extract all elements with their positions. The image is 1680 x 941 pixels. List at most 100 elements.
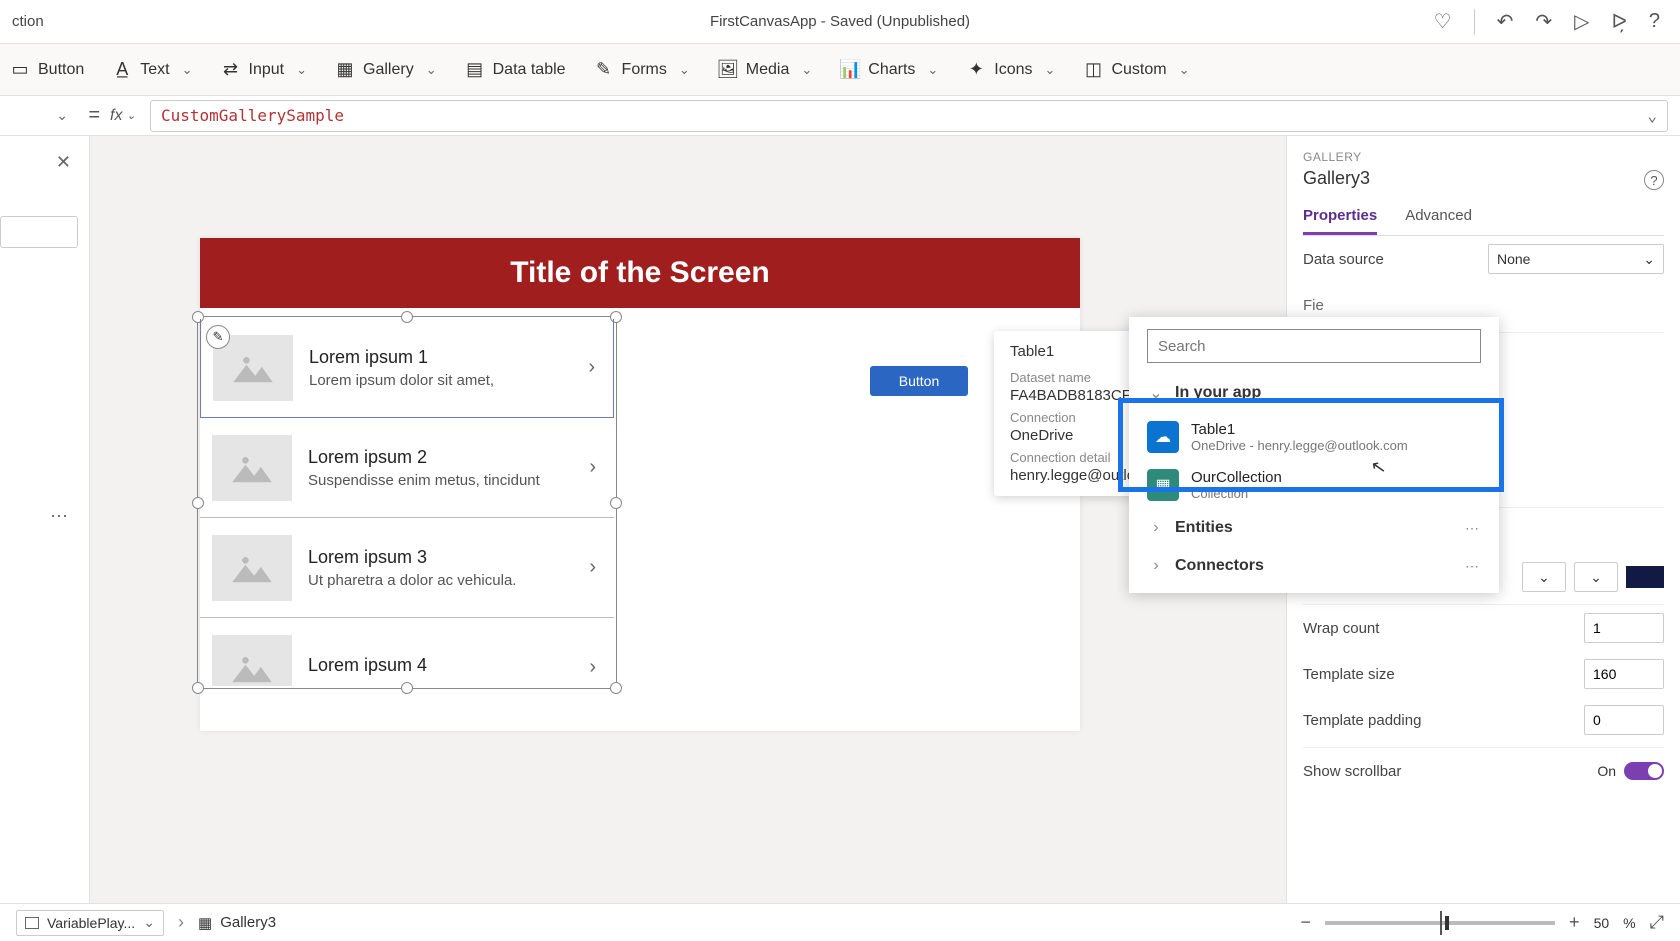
tab-properties[interactable]: Properties <box>1303 207 1377 235</box>
chevron-right-icon[interactable]: › <box>589 456 602 479</box>
insert-gallery[interactable]: ▦Gallery <box>335 60 437 80</box>
tree-search-box[interactable] <box>0 216 78 248</box>
undo-icon[interactable]: ↶ <box>1497 9 1514 34</box>
title-left-fragment: ction <box>12 13 44 30</box>
custom-icon: ◫ <box>1083 60 1103 80</box>
formula-bar: ⌄ = fx⌄ CustomGallerySample ⌄ <box>0 96 1680 136</box>
ds-section-inyourapp[interactable]: ⌄ In your app <box>1129 373 1499 413</box>
border-color-swatch[interactable] <box>1626 566 1664 588</box>
item-title: Lorem ipsum 1 <box>309 347 572 368</box>
ds-item-subtitle: OneDrive - henry.legge@outlook.com <box>1191 438 1408 453</box>
zoom-slider[interactable] <box>1325 921 1555 925</box>
formula-text: CustomGallerySample <box>161 106 344 125</box>
breadcrumb-screen[interactable]: VariablePlay... ⌄ <box>16 910 164 936</box>
insert-icons[interactable]: ✦Icons <box>966 60 1055 80</box>
ds-section-connectors[interactable]: › Connectors ⋯ <box>1129 547 1499 585</box>
insert-text[interactable]: A̲Text <box>112 60 192 80</box>
gallery-item[interactable]: Lorem ipsum 1 Lorem ipsum dolor sit amet,… <box>200 319 614 418</box>
gallery-icon: ▦ <box>198 914 212 932</box>
prop-wrapcount-input[interactable] <box>1584 613 1664 643</box>
ds-section-entities[interactable]: › Entities ⋯ <box>1129 509 1499 547</box>
more-icon[interactable]: ⋯ <box>1465 558 1481 575</box>
chevron-right-icon[interactable]: › <box>589 556 602 579</box>
zoom-percent: 50 <box>1594 915 1610 931</box>
tab-advanced[interactable]: Advanced <box>1405 207 1472 235</box>
forms-icon: ✎ <box>594 60 614 80</box>
gallery-icon: ▦ <box>335 60 355 80</box>
insert-ribbon: ▭Button A̲Text ⇄Input ▦Gallery ▤Data tab… <box>0 44 1680 96</box>
separator <box>1474 9 1475 35</box>
border-style-dd[interactable]: ⌄ <box>1522 562 1566 592</box>
prop-datasource-dropdown[interactable]: None⌄ <box>1488 244 1664 274</box>
chevron-down-icon: ⌄ <box>1147 383 1165 403</box>
insert-input[interactable]: ⇄Input <box>221 60 308 80</box>
tree-more-icon[interactable]: ⋯ <box>50 506 70 527</box>
breadcrumb-control[interactable]: ▦ Gallery3 <box>198 914 276 932</box>
chevron-down-icon: ⌄ <box>143 914 155 931</box>
formula-input[interactable]: CustomGallerySample ⌄ <box>150 100 1668 132</box>
chevron-right-icon[interactable]: › <box>588 356 601 379</box>
prop-scrollbar-toggle[interactable] <box>1624 762 1664 780</box>
status-bar: VariablePlay... ⌄ ▦ Gallery3 − + 50 % ⤢ <box>0 903 1680 941</box>
prop-templatesize-input[interactable] <box>1584 659 1664 689</box>
datasource-search-input[interactable] <box>1147 329 1481 363</box>
chevron-right-icon: › <box>1147 557 1165 575</box>
screen-icon <box>25 917 39 929</box>
insert-charts[interactable]: 📊Charts <box>840 60 938 80</box>
fit-screen-icon[interactable]: ⤢ <box>1650 912 1664 933</box>
button-icon: ▭ <box>10 60 30 80</box>
ds-item-ourcollection[interactable]: ▦ OurCollection Collection <box>1129 461 1499 509</box>
breadcrumb-separator <box>178 912 184 933</box>
item-subtitle: Suspendisse enim metus, tincidunt <box>308 472 573 489</box>
fx-label[interactable]: fx⌄ <box>110 107 150 125</box>
collection-icon: ▦ <box>1147 469 1179 501</box>
redo-icon[interactable]: ↷ <box>1535 9 1552 34</box>
ds-item-subtitle: Collection <box>1191 486 1282 501</box>
close-pane-icon[interactable]: ✕ <box>56 152 71 173</box>
canvas[interactable]: Title of the Screen ✎ Lorem ipsum 1Lorem… <box>90 136 1286 903</box>
item-title: Lorem ipsum 3 <box>308 547 573 568</box>
insert-media[interactable]: 🖼Media <box>718 60 812 80</box>
share-icon[interactable]: ᐅ̦ <box>1611 9 1626 34</box>
property-control-name: Gallery3 <box>1303 168 1664 189</box>
onedrive-icon: ☁ <box>1147 421 1179 453</box>
canvas-button[interactable]: Button <box>870 366 968 396</box>
gallery-item[interactable]: Lorem ipsum 4 › <box>200 618 614 686</box>
zoom-unit: % <box>1623 915 1635 931</box>
expand-formula-icon[interactable]: ⌄ <box>1647 106 1657 125</box>
thumbnail-icon <box>212 535 292 601</box>
help-icon[interactable]: ? <box>1649 10 1660 33</box>
prop-scrollbar-label: Show scrollbar <box>1303 763 1401 780</box>
ds-item-table1[interactable]: ☁ Table1 OneDrive - henry.legge@outlook.… <box>1129 413 1499 461</box>
gallery-item[interactable]: Lorem ipsum 3Ut pharetra a dolor ac vehi… <box>200 518 614 618</box>
ds-item-title: OurCollection <box>1191 469 1282 486</box>
border-width-dd[interactable]: ⌄ <box>1574 562 1618 592</box>
chevron-right-icon[interactable]: › <box>589 656 602 679</box>
zoom-in-icon[interactable]: + <box>1569 912 1580 933</box>
prop-wrapcount-label: Wrap count <box>1303 620 1379 637</box>
more-icon[interactable]: ⋯ <box>1465 520 1481 537</box>
property-dropdown[interactable]: ⌄ <box>0 100 78 132</box>
item-subtitle: Lorem ipsum dolor sit amet, <box>309 372 572 389</box>
play-icon[interactable]: ▷ <box>1574 9 1589 34</box>
prop-scrollbar-value: On <box>1597 763 1616 779</box>
gallery-body: Lorem ipsum 1 Lorem ipsum dolor sit amet,… <box>200 319 614 686</box>
equals-label: = <box>78 104 110 127</box>
thumbnail-icon <box>212 435 292 501</box>
insert-datatable[interactable]: ▤Data table <box>465 60 566 80</box>
insert-forms[interactable]: ✎Forms <box>594 60 690 80</box>
edit-template-icon[interactable]: ✎ <box>206 325 230 349</box>
chevron-down-icon: ⌄ <box>1643 251 1655 268</box>
insert-button[interactable]: ▭Button <box>10 60 84 80</box>
gallery-selection[interactable]: ✎ Lorem ipsum 1 Lorem ipsum dolor sit ame… <box>197 316 617 689</box>
prop-templatepadding-input[interactable] <box>1584 705 1664 735</box>
health-icon[interactable]: ♡ <box>1434 9 1452 34</box>
gallery-item[interactable]: Lorem ipsum 2Suspendisse enim metus, tin… <box>200 418 614 518</box>
prop-templatepadding-label: Template padding <box>1303 712 1421 729</box>
pane-help-icon[interactable]: ? <box>1644 170 1664 190</box>
insert-custom[interactable]: ◫Custom <box>1083 60 1189 80</box>
property-category: GALLERY <box>1303 150 1664 164</box>
charts-icon: 📊 <box>840 60 860 80</box>
prop-fields-label: Fie <box>1303 297 1324 314</box>
zoom-out-icon[interactable]: − <box>1301 912 1312 933</box>
